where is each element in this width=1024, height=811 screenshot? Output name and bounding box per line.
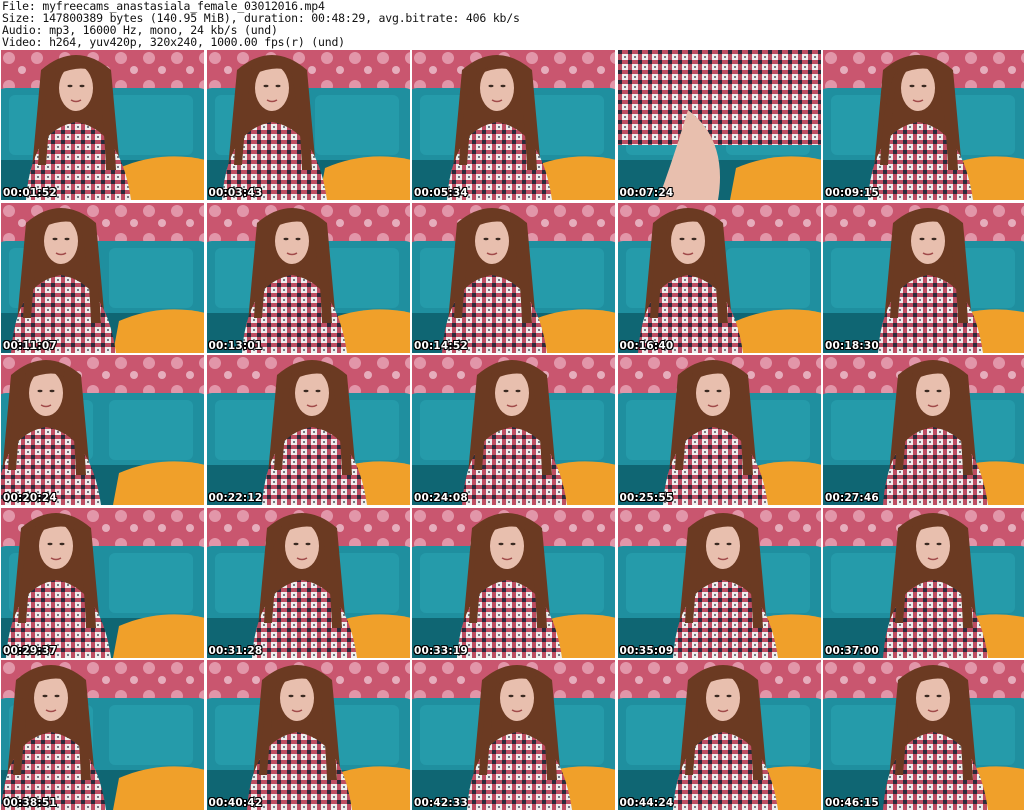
frame-timestamp: 00:16:40 bbox=[619, 339, 674, 352]
frame-timestamp: 00:09:15 bbox=[825, 187, 879, 199]
frame-image bbox=[206, 660, 410, 810]
frame-timestamp: 00:22:12 bbox=[208, 492, 263, 504]
video-frame-thumbnail: 00:22:12 bbox=[206, 355, 410, 505]
video-frame-thumbnail: 00:11:07 bbox=[1, 202, 204, 353]
frame-image bbox=[1, 355, 204, 505]
video-frame-thumbnail: 00:33:19 bbox=[412, 507, 615, 658]
video-frame-thumbnail: 00:14:52 bbox=[412, 202, 615, 353]
video-frame-thumbnail: 00:05:34 bbox=[412, 50, 615, 200]
frame-timestamp: 00:07:24 bbox=[619, 187, 674, 199]
frame-timestamp: 00:35:09 bbox=[619, 644, 674, 657]
frame-timestamp: 00:37:00 bbox=[825, 644, 879, 657]
frame-image bbox=[823, 202, 1024, 353]
frame-image bbox=[412, 202, 615, 353]
frame-timestamp: 00:27:46 bbox=[825, 492, 879, 504]
frame-image bbox=[1, 660, 204, 810]
video-frame-thumbnail: 00:01:52 bbox=[1, 50, 204, 200]
frame-timestamp: 00:42:33 bbox=[414, 797, 468, 809]
frame-image bbox=[412, 507, 615, 658]
frame-image bbox=[823, 50, 1024, 200]
frame-image bbox=[617, 202, 821, 353]
video-frame-thumbnail: 00:37:00 bbox=[823, 507, 1024, 658]
video-frame-thumbnail: 00:29:37 bbox=[1, 507, 204, 658]
video-frame-thumbnail: 00:07:24 bbox=[617, 50, 821, 200]
video-frame-thumbnail: 00:03:43 bbox=[206, 50, 410, 200]
frame-image bbox=[823, 355, 1024, 505]
frame-timestamp: 00:20:24 bbox=[3, 492, 57, 504]
video-frame-thumbnail: 00:20:24 bbox=[1, 355, 204, 505]
video-frame-thumbnail: 00:25:55 bbox=[617, 355, 821, 505]
frame-timestamp: 00:05:34 bbox=[414, 187, 468, 199]
frame-timestamp: 00:18:30 bbox=[825, 339, 879, 352]
frame-timestamp: 00:46:15 bbox=[825, 797, 879, 809]
frame-image bbox=[412, 660, 615, 810]
frame-timestamp: 00:31:28 bbox=[208, 644, 263, 657]
frame-image bbox=[823, 507, 1024, 658]
frame-image bbox=[617, 355, 821, 505]
frame-image bbox=[412, 50, 615, 200]
video-frame-thumbnail: 00:38:51 bbox=[1, 660, 204, 810]
frame-image bbox=[412, 355, 615, 505]
video-frame-thumbnail: 00:42:33 bbox=[412, 660, 615, 810]
frame-image bbox=[1, 202, 204, 353]
frame-timestamp: 00:14:52 bbox=[414, 339, 468, 352]
thumbnail-grid: 00:01:52 00:03:43 00:05:34 00:07:24 00:09:15… bbox=[1, 50, 1024, 810]
frame-timestamp: 00:38:51 bbox=[3, 797, 57, 809]
frame-timestamp: 00:24:08 bbox=[414, 492, 468, 504]
frame-image bbox=[206, 50, 410, 200]
frame-timestamp: 00:03:43 bbox=[208, 187, 263, 199]
video-info-line: Video: h264, yuv420p, 320x240, 1000.00 f… bbox=[2, 35, 345, 49]
frame-timestamp: 00:40:42 bbox=[208, 797, 263, 809]
video-frame-thumbnail: 00:35:09 bbox=[617, 507, 821, 658]
video-frame-thumbnail: 00:46:15 bbox=[823, 660, 1024, 810]
video-frame-thumbnail: 00:18:30 bbox=[823, 202, 1024, 353]
frame-timestamp: 00:01:52 bbox=[3, 187, 57, 199]
frame-timestamp: 00:11:07 bbox=[3, 339, 57, 352]
frame-timestamp: 00:29:37 bbox=[3, 644, 57, 657]
frame-image bbox=[617, 50, 821, 200]
frame-image bbox=[617, 660, 821, 810]
frame-image bbox=[617, 507, 821, 658]
frame-image bbox=[206, 202, 410, 353]
video-frame-thumbnail: 00:24:08 bbox=[412, 355, 615, 505]
video-frame-thumbnail: 00:31:28 bbox=[206, 507, 410, 658]
frame-image bbox=[1, 50, 204, 200]
video-frame-thumbnail: 00:40:42 bbox=[206, 660, 410, 810]
frame-timestamp: 00:33:19 bbox=[414, 644, 468, 657]
video-frame-thumbnail: 00:13:01 bbox=[206, 202, 410, 353]
frame-image bbox=[206, 355, 410, 505]
video-frame-thumbnail: 00:09:15 bbox=[823, 50, 1024, 200]
frame-timestamp: 00:25:55 bbox=[619, 492, 674, 504]
frame-timestamp: 00:44:24 bbox=[619, 797, 674, 809]
frame-timestamp: 00:13:01 bbox=[208, 339, 263, 352]
video-frame-thumbnail: 00:27:46 bbox=[823, 355, 1024, 505]
file-info-header: File: myfreecams_anastasiala_female_0301… bbox=[2, 0, 1022, 48]
frame-image bbox=[1, 507, 204, 658]
frame-image bbox=[823, 660, 1024, 810]
frame-image bbox=[206, 507, 410, 658]
video-frame-thumbnail: 00:16:40 bbox=[617, 202, 821, 353]
video-frame-thumbnail: 00:44:24 bbox=[617, 660, 821, 810]
